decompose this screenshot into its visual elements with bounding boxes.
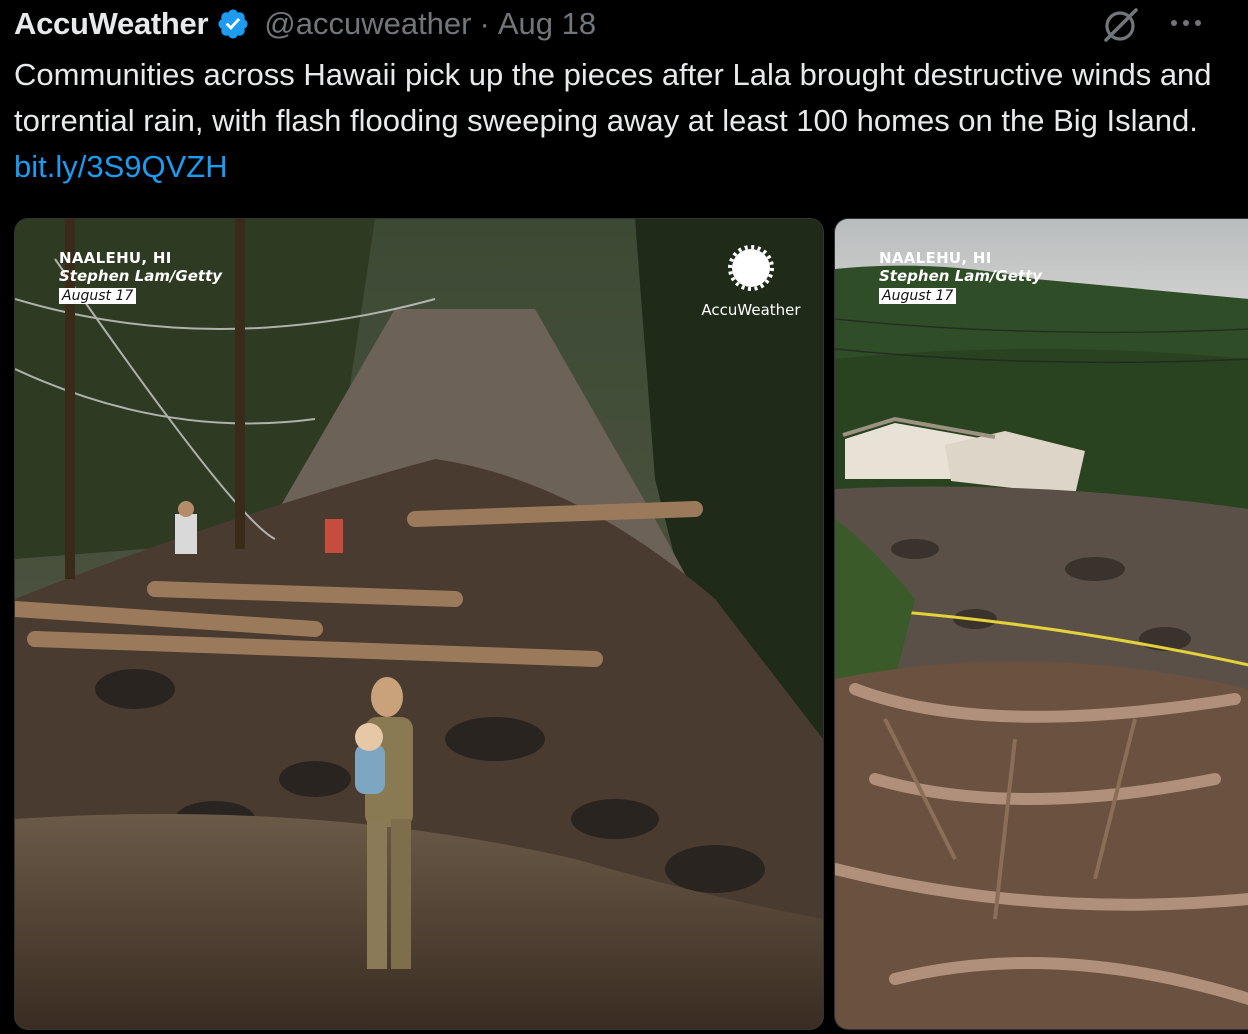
tweet-link[interactable]: bit.ly/3S9QVZH [14,149,228,184]
photo-caption: NAALEHU, HI Stephen Lam/Getty August 17 [59,249,222,304]
caption-credit: Stephen Lam/Getty [59,267,223,285]
photo-caption: NAALEHU, HI Stephen Lam/Getty August 17 [879,249,1042,304]
author-name[interactable]: AccuWeather [14,6,209,42]
tweet-date[interactable]: Aug 18 [498,6,596,42]
watermark-text: AccuWeather [701,301,801,319]
tweet-body: Communities across Hawaii pick up the pi… [14,57,1212,138]
caption-location: NAALEHU, HI [59,249,172,267]
author-handle[interactable]: @accuweather [264,6,471,42]
tweet-text: Communities across Hawaii pick up the pi… [14,52,1234,190]
grok-icon[interactable] [1098,4,1144,44]
accuweather-sun-logo [728,245,774,291]
separator-dot: · [479,6,490,41]
caption-location: NAALEHU, HI [879,249,992,267]
caption-credit: Stephen Lam/Getty [879,267,1043,285]
caption-date: August 17 [879,288,957,304]
accuweather-watermark: AccuWeather [701,237,801,319]
more-options-icon[interactable] [1166,8,1206,38]
media-image-2[interactable]: NAALEHU, HI Stephen Lam/Getty August 17 [834,218,1248,1030]
caption-date: August 17 [59,288,137,304]
tweet-header: AccuWeather @accuweather · Aug 18 [14,4,596,44]
media-image-1[interactable]: NAALEHU, HI Stephen Lam/Getty August 17 … [14,218,824,1030]
verified-badge-icon[interactable] [216,7,250,41]
